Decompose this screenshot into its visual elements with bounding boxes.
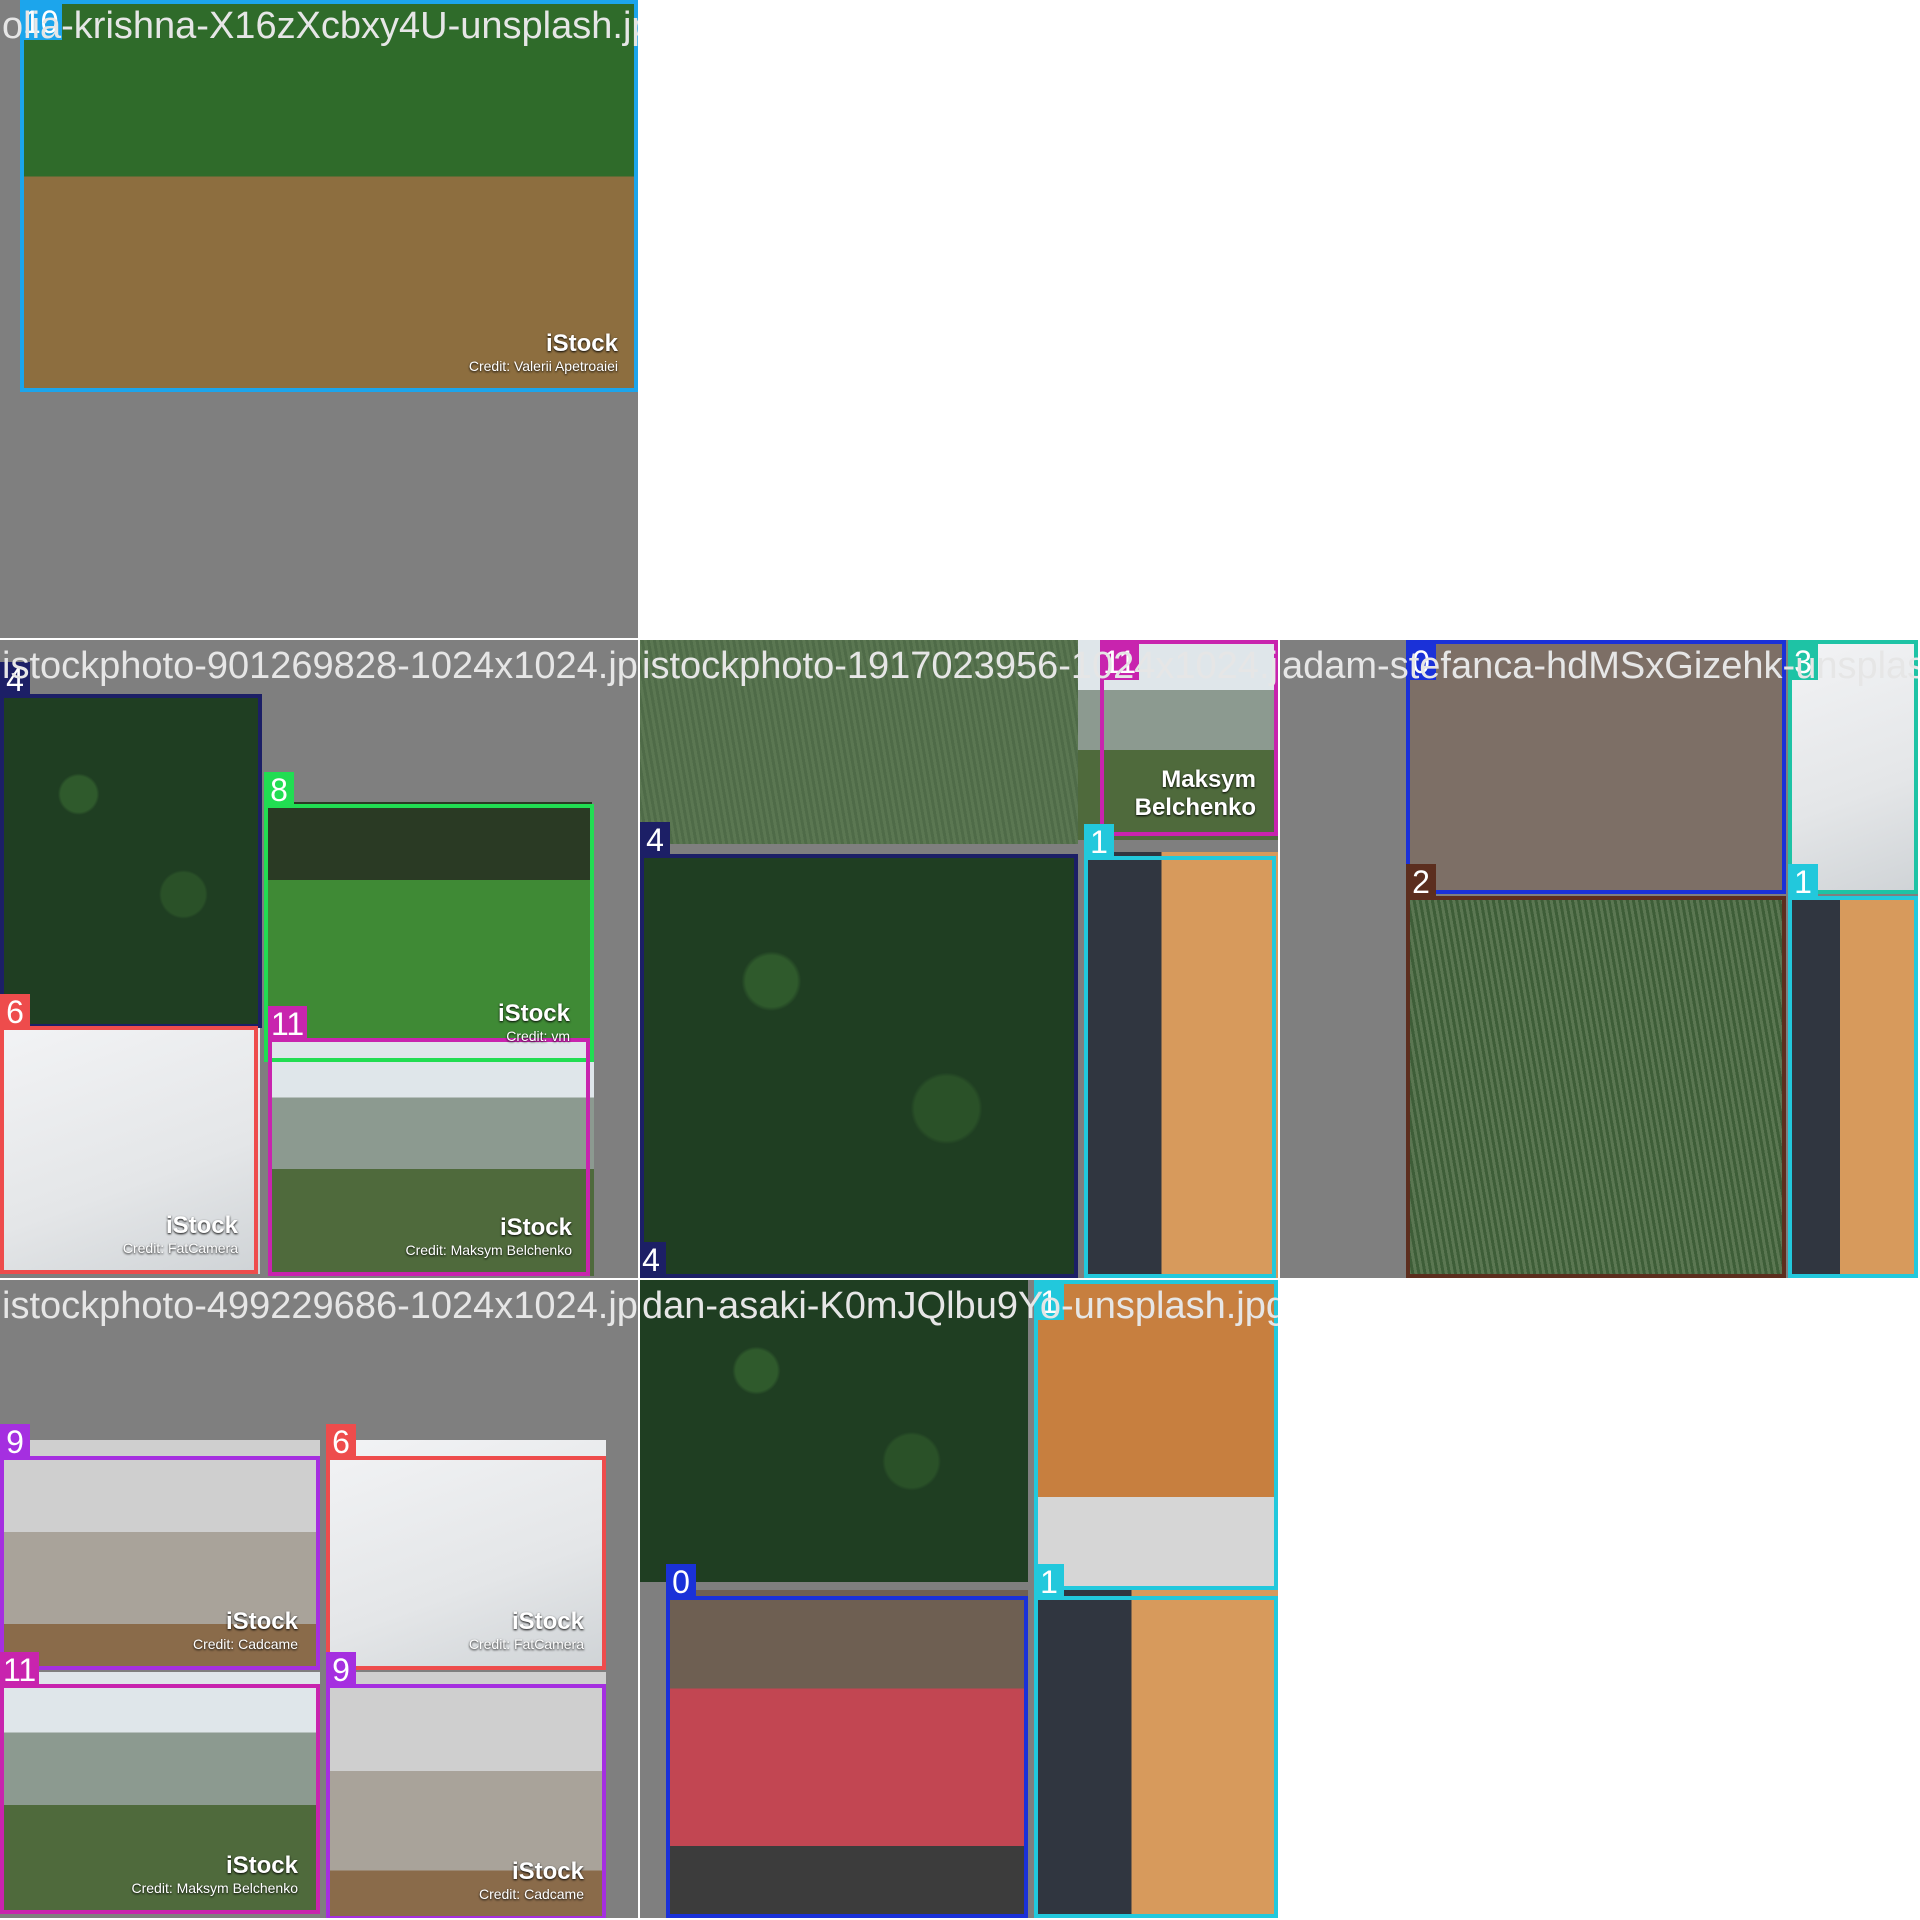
- watermark-badge: iStock Credit: Maksym Belchenko: [131, 1852, 298, 1896]
- bounding-box: 0: [666, 1564, 1028, 1918]
- watermark-badge: Maksym Belchenko: [1078, 766, 1256, 822]
- watermark-credit: Credit: Valerii Apetroaiei: [468, 358, 618, 374]
- class-label: 8: [264, 772, 294, 808]
- watermark-badge: iStock Credit: Cadcame: [193, 1608, 298, 1652]
- mosaic-tile: adam-stefanca-hdMSxGizehk-unsplash.jpg03…: [1280, 640, 1918, 1278]
- mosaic-tile: istockphoto-1917023956-1024x1024.jpg Maks…: [640, 640, 1278, 1278]
- class-label: 6: [326, 1424, 356, 1460]
- class-label: 10: [20, 4, 62, 40]
- class-label: 3: [1788, 644, 1818, 680]
- mosaic-tile: dan-asaki-K0mJQlbu9Yo-unsplash.jpg 1 0 1: [640, 1280, 1278, 1918]
- bounding-box: 1: [1034, 1564, 1278, 1918]
- mosaic-tile: istockphoto-499229686-1024x1024.jpg iStoc…: [0, 1280, 638, 1918]
- bounding-box: 1: [1084, 824, 1276, 1278]
- watermark-text: Maksym Belchenko: [1134, 766, 1256, 821]
- class-label: 1: [1084, 824, 1114, 860]
- watermark-text: iStock: [225, 1852, 298, 1879]
- class-label: 6: [0, 994, 30, 1030]
- watermark-badge: iStock Credit: FatCamera: [469, 1608, 584, 1652]
- watermark-credit: Credit: Maksym Belchenko: [405, 1242, 572, 1258]
- watermark-badge: iStock Credit: Valerii Apetroaiei: [469, 330, 618, 374]
- class-label: 4: [640, 1242, 666, 1278]
- class-label: 1: [1034, 1564, 1064, 1600]
- watermark-text: iStock: [545, 330, 618, 357]
- watermark-text: iStock: [511, 1858, 584, 1885]
- watermark-badge: iStock Credit: Maksym Belchenko: [405, 1214, 572, 1258]
- bounding-box: 1: [1034, 1280, 1278, 1590]
- class-label: 11: [0, 1652, 40, 1688]
- class-label: 11: [1100, 644, 1140, 680]
- class-label: 9: [0, 1424, 30, 1460]
- watermark-credit: Credit: vm: [506, 1028, 570, 1044]
- class-label: 11: [268, 1006, 308, 1042]
- watermark-credit: Credit: FatCamera: [468, 1636, 584, 1652]
- watermark-credit: Credit: Cadcame: [192, 1636, 298, 1652]
- watermark-credit: Credit: FatCamera: [122, 1240, 238, 1256]
- class-label: 1: [1788, 864, 1818, 900]
- watermark-text: iStock: [499, 1214, 572, 1241]
- bounding-box: 2: [1406, 864, 1786, 1278]
- bounding-box: 1: [1788, 864, 1918, 1278]
- watermark-badge: iStock Credit: FatCamera: [123, 1212, 238, 1256]
- class-label: 4: [640, 822, 670, 858]
- watermark-text: iStock: [225, 1608, 298, 1635]
- mosaic-tile: istockphoto-901269828-1024x1024.jpg 4 iSto…: [0, 640, 638, 1278]
- photo-grass: [640, 640, 1078, 844]
- bounding-box: 0: [1406, 640, 1786, 894]
- mosaic-tile: olia-krishna-X16zXcbxy4U-unsplash.jpg iSt…: [0, 0, 638, 638]
- class-label: 2: [1406, 864, 1436, 900]
- bounding-box: 4: [640, 822, 1078, 1278]
- class-label: 4: [0, 662, 30, 698]
- watermark-credit: Credit: Maksym Belchenko: [131, 1880, 298, 1896]
- tile-filename: istockphoto-901269828-1024x1024.jpg: [2, 645, 638, 687]
- watermark-text: iStock: [497, 1000, 570, 1027]
- watermark-credit: Credit: Cadcame: [478, 1886, 584, 1902]
- watermark-text: iStock: [511, 1608, 584, 1635]
- class-label: 0: [666, 1564, 696, 1600]
- mosaic-grid: olia-krishna-X16zXcbxy4U-unsplash.jpg iSt…: [0, 0, 1920, 1920]
- tile-filename: istockphoto-499229686-1024x1024.jpg: [2, 1285, 638, 1327]
- bounding-box: 3: [1788, 640, 1918, 894]
- photo-aerial-forest: [640, 1280, 1028, 1582]
- bounding-box: 4: [0, 662, 262, 1028]
- watermark-text: iStock: [165, 1212, 238, 1239]
- class-label: 1: [1034, 1284, 1064, 1320]
- class-label: 0: [1406, 644, 1436, 680]
- watermark-badge: iStock Credit: Cadcame: [479, 1858, 584, 1902]
- class-label: 9: [326, 1652, 356, 1688]
- watermark-badge: iStock Credit: vm: [498, 1000, 570, 1044]
